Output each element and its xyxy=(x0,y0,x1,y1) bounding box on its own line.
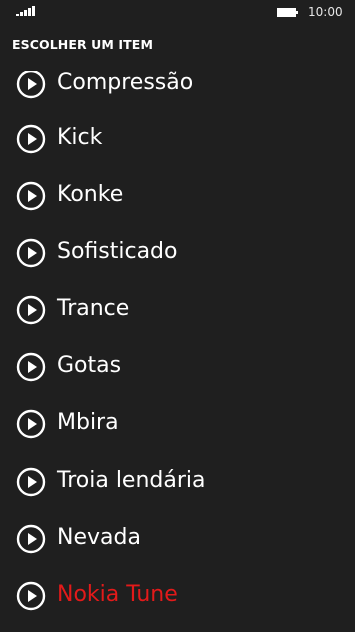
play-circle-icon xyxy=(16,238,46,268)
list-item-nokia-tune[interactable]: Nokia Tune xyxy=(0,573,355,623)
play-circle-icon xyxy=(16,181,46,211)
list-item-konke[interactable]: Konke xyxy=(0,173,355,223)
play-circle-icon xyxy=(16,524,46,554)
play-circle-icon xyxy=(16,124,46,154)
play-circle-icon xyxy=(16,581,46,611)
play-circle-icon xyxy=(16,295,46,325)
list-item-nevada[interactable]: Nevada xyxy=(0,516,355,566)
play-circle-icon xyxy=(16,71,46,99)
page-title: ESCOLHER UM ITEM xyxy=(12,37,153,52)
list-item-kick[interactable]: Kick xyxy=(0,116,355,166)
signal-strength-icon xyxy=(16,6,35,16)
item-list[interactable]: Compressão Kick Konke Sofisticado Trance xyxy=(0,71,355,632)
list-item-label: Trance xyxy=(57,296,130,321)
list-item-label: Compressão xyxy=(57,71,194,95)
list-item-label: Troia lendária xyxy=(57,468,206,493)
status-bar: 10:00 xyxy=(0,0,355,24)
list-item-label: Gotas xyxy=(57,353,122,378)
list-item-mbira[interactable]: Mbira xyxy=(0,401,355,451)
list-item-label: Nokia Tune xyxy=(57,582,178,607)
list-item-label: Nevada xyxy=(57,525,141,550)
list-item-label: Kick xyxy=(57,125,103,150)
status-clock: 10:00 xyxy=(308,5,343,19)
list-item-label: Sofisticado xyxy=(57,239,178,264)
play-circle-icon xyxy=(16,409,46,439)
list-item-sofisticado[interactable]: Sofisticado xyxy=(0,230,355,280)
play-circle-icon xyxy=(16,467,46,497)
list-item-gotas[interactable]: Gotas xyxy=(0,344,355,394)
list-item-trance[interactable]: Trance xyxy=(0,287,355,337)
list-item-compressao[interactable]: Compressão xyxy=(0,71,355,111)
list-item-label: Konke xyxy=(57,182,124,207)
battery-icon xyxy=(277,8,298,17)
list-item-troia-lendaria[interactable]: Troia lendária xyxy=(0,459,355,509)
play-circle-icon xyxy=(16,352,46,382)
list-item-label: Mbira xyxy=(57,410,119,435)
